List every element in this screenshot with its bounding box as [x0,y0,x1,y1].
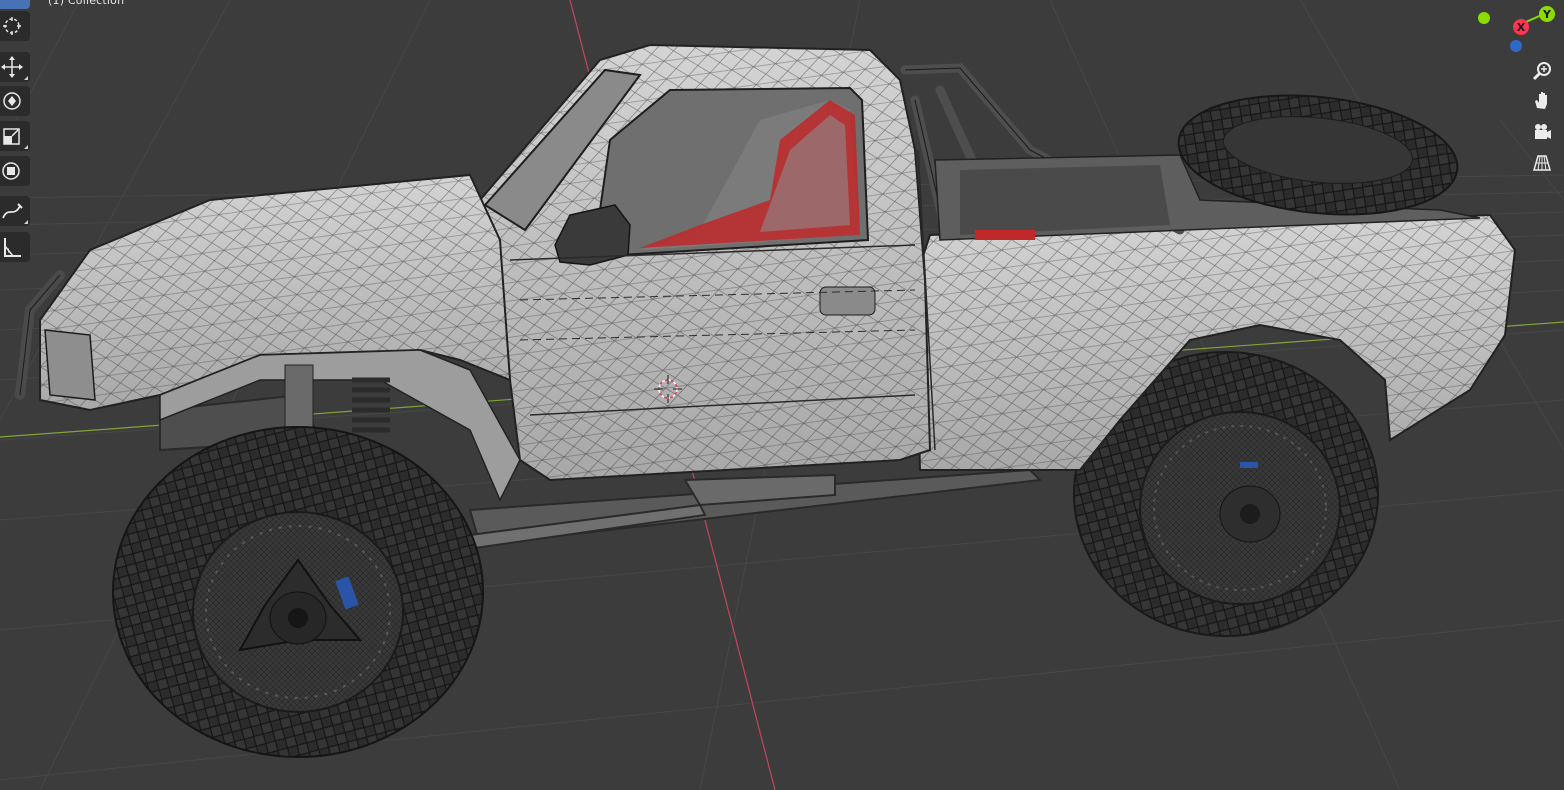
pan-button[interactable] [1528,87,1556,115]
move-tool[interactable] [0,52,30,82]
collection-label: (1) Collection [48,0,125,7]
front-wheel [112,426,484,758]
perspective-grid-icon [1533,155,1551,171]
select-box-tool[interactable] [0,0,30,9]
cursor-icon [3,17,21,35]
scale-tool[interactable] [0,121,30,151]
zoom-icon [1532,62,1551,81]
tool-shelf [0,0,31,266]
x-axis-label: X [1517,21,1526,34]
transform-tool[interactable] [0,156,30,186]
transform-icon [2,162,20,180]
camera-view-button[interactable] [1528,118,1556,146]
pan-hand-icon [1535,92,1547,109]
viewport-scene[interactable] [0,0,1564,790]
viewport-navigation [1528,57,1558,177]
zoom-button[interactable] [1528,57,1556,85]
perspective-toggle-button[interactable] [1528,149,1556,177]
rotate-icon [3,92,21,110]
y-negative-handle[interactable] [1478,12,1490,24]
cursor-tool[interactable] [0,11,30,41]
camera-view-icon [1535,124,1551,139]
3d-viewport[interactable]: (1) Collection Y X [0,0,1564,790]
z-axis-handle[interactable] [1510,40,1522,52]
navigation-gizmo[interactable]: Y X [1474,0,1564,60]
rotate-tool[interactable] [0,86,30,116]
y-axis-label: Y [1542,8,1552,21]
measure-tool[interactable] [0,232,30,262]
annotate-tool[interactable] [0,196,30,226]
measure-icon [4,238,21,257]
